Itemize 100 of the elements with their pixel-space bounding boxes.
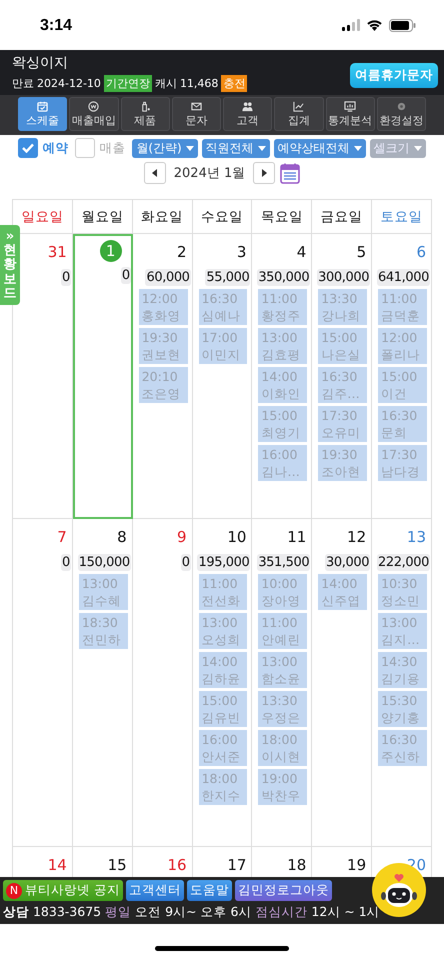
appointment-block[interactable]: 20:10 조은영 (138, 367, 188, 403)
appointment-block[interactable]: 18:30 전민하 (78, 613, 128, 649)
appointment-block[interactable]: 16:30 김주… (318, 367, 368, 403)
wifi-icon (366, 19, 383, 31)
expiry-label: 만료 (12, 76, 34, 91)
day-number: 31 (48, 242, 68, 263)
appointment-block[interactable]: 13:00 김효평 (258, 328, 308, 364)
appointment-block[interactable]: 10:30 정소민 (378, 574, 427, 610)
nav-tab[interactable]: 통계분석 (326, 97, 375, 131)
appointment-block[interactable]: 14:00 이화인 (258, 367, 308, 403)
appointment-block[interactable]: 13:30 강나희 (318, 289, 368, 325)
charge-button[interactable]: 충전 (221, 75, 248, 92)
day-number: 3 (236, 242, 248, 263)
clock-time: 3:14 (40, 17, 72, 34)
appointment-block[interactable]: 13:00 김지… (378, 613, 427, 649)
appointment-block[interactable]: 12:00 폴리나 (378, 328, 427, 364)
monitor-chart-icon (344, 100, 356, 112)
envelope-icon (190, 100, 202, 112)
checkbox[interactable] (75, 138, 96, 158)
status-board-tab[interactable]: » 현황보드 (0, 225, 20, 306)
appointment-block[interactable]: 13:30 우정은 (258, 691, 308, 727)
day-total: 55,000 (205, 269, 250, 286)
day-total: 0 (60, 269, 71, 286)
day-cell[interactable]: 5 300,000 13:30 강나희 15:00 나은실 16:30 김주… 17:30 오유미 19:30 조아현 (312, 234, 372, 519)
nav-tab[interactable]: 스케줄 (18, 97, 68, 131)
appointment-block[interactable]: 13:00 함소윤 (258, 652, 308, 688)
appointment-block[interactable]: 13:00 김수혜 (78, 574, 128, 610)
appointment-block[interactable]: 11:00 금덕훈 (378, 289, 427, 325)
appointment-block[interactable]: 11:00 안예린 (258, 613, 308, 649)
day-cell[interactable]: 3 55,000 16:30 심예나 17:00 이민지 (192, 234, 252, 519)
caret-icon (414, 146, 422, 150)
appointment-block[interactable]: 16:30 주신하 (378, 730, 427, 766)
appointment-block[interactable]: 15:00 김유빈 (198, 691, 248, 727)
appointment-block[interactable]: 13:00 오성희 (198, 613, 248, 649)
nav-tab[interactable]: 문자 (172, 97, 221, 131)
appointment-block[interactable]: 19:00 박찬우 (258, 769, 308, 805)
day-cell[interactable]: 11 351,500 10:00 장아영 11:00 안예린 13:00 함소윤 13:30 우정은 18:00 이시현 19:00 박찬우 (252, 519, 312, 847)
day-cell[interactable]: 4 350,000 11:00 황정주 13:00 김효평 14:00 이화인 15:00 최영기 16:00 김나… (252, 234, 312, 519)
appointment-block[interactable]: 12:00 홍화영 (138, 289, 188, 325)
footer-link[interactable]: N 뷰티사랑넷 공지 (3, 880, 123, 901)
nav-tab[interactable]: 제품 (120, 97, 170, 131)
day-number: 12 (347, 527, 368, 548)
nav-tab[interactable]: 매출매입 (69, 97, 118, 131)
appointment-block[interactable]: 16:30 문희 (378, 406, 427, 442)
appointment-block[interactable]: 15:00 최영기 (258, 406, 308, 442)
promo-button[interactable]: 여름휴가문자 (350, 63, 438, 88)
day-cell[interactable]: 2 60,000 12:00 홍화영 19:30 권보현 20:10 조은영 (132, 234, 193, 519)
previous-month-button[interactable] (144, 162, 166, 184)
appointment-block[interactable]: 16:30 심예나 (198, 289, 248, 325)
appointment-block[interactable]: 14:30 김기용 (378, 652, 427, 688)
day-total: 222,000 (377, 554, 430, 571)
filter-dropdown[interactable]: 예약상태전체 (274, 138, 366, 158)
day-number: 2 (177, 242, 188, 263)
day-number: 10 (227, 527, 248, 548)
filter-dropdown[interactable]: 월(간략) (132, 138, 198, 158)
appointment-block[interactable]: 18:00 이시현 (258, 730, 308, 766)
day-number: 17 (227, 855, 248, 876)
people-icon (242, 100, 254, 112)
appointment-block[interactable]: 17:30 남다경 (378, 445, 427, 481)
appointment-block[interactable]: 15:30 양기홍 (378, 691, 427, 727)
footer-link[interactable]: 김민정로그아웃 (234, 880, 332, 901)
weekday-header: 토요일 (372, 199, 432, 234)
appointment-block[interactable]: 15:00 나은실 (318, 328, 368, 364)
check-icon (22, 143, 34, 153)
footer-link[interactable]: 고객센터 (126, 880, 184, 901)
appointment-block[interactable]: 15:00 이건 (378, 367, 427, 403)
day-cell[interactable]: 10 195,000 11:00 전선화 13:00 오성희 14:00 김하윤 15:00 김유빈 16:00 안서준 18:00 한지수 (192, 519, 252, 847)
appointment-block[interactable]: 11:00 전선화 (198, 574, 248, 610)
new-badge: N (6, 882, 22, 898)
calendar-icon[interactable] (280, 162, 300, 184)
appointment-block[interactable]: 19:30 조아현 (318, 445, 368, 481)
checkbox[interactable] (18, 138, 38, 158)
day-cell[interactable]: 7 0 (13, 519, 73, 847)
caret-icon (258, 146, 266, 150)
nav-tab[interactable]: 집계 (274, 97, 324, 131)
next-month-button[interactable] (253, 162, 276, 184)
appointment-block[interactable]: 14:00 김하윤 (198, 652, 248, 688)
appointment-block[interactable]: 17:00 이민지 (198, 328, 248, 364)
appointment-block[interactable]: 17:30 오유미 (318, 406, 368, 442)
appointment-block[interactable]: 19:30 권보현 (138, 328, 188, 364)
appointment-block[interactable]: 11:00 황정주 (258, 289, 308, 325)
day-cell[interactable]: 1 0 (72, 234, 133, 519)
appointment-block[interactable]: 16:00 안서준 (198, 730, 248, 766)
appointment-block[interactable]: 16:00 김나… (258, 445, 308, 481)
day-number: 1 (100, 240, 122, 262)
filter-dropdown[interactable]: 직원전체 (202, 138, 270, 158)
nav-tab[interactable]: 고객 (223, 97, 272, 131)
appointment-block[interactable]: 18:00 한지수 (198, 769, 248, 805)
nav-tab[interactable]: 환경설정 (376, 97, 426, 131)
weekday-header: 목요일 (252, 199, 312, 234)
extend-button[interactable]: 기간연장 (104, 75, 152, 92)
day-number: 9 (177, 527, 188, 548)
day-cell[interactable]: 6 641,000 11:00 금덕훈 12:00 폴리나 15:00 이건 16:30 문희 17:30 남다경 (372, 234, 432, 519)
day-cell[interactable]: 13 222,000 10:30 정소민 13:00 김지… 14:30 김기용 15:30 양기홍 16:30 주신하 (372, 519, 432, 847)
appointment-block[interactable]: 14:00 신주엽 (318, 574, 368, 610)
day-cell[interactable]: 12 30,000 14:00 신주엽 (312, 519, 372, 847)
day-cell[interactable]: 8 150,000 13:00 김수혜 18:30 전민하 (72, 519, 133, 847)
footer-link[interactable]: 도움말 (186, 880, 232, 901)
appointment-block[interactable]: 10:00 장아영 (258, 574, 308, 610)
day-cell[interactable]: 9 0 (132, 519, 193, 847)
